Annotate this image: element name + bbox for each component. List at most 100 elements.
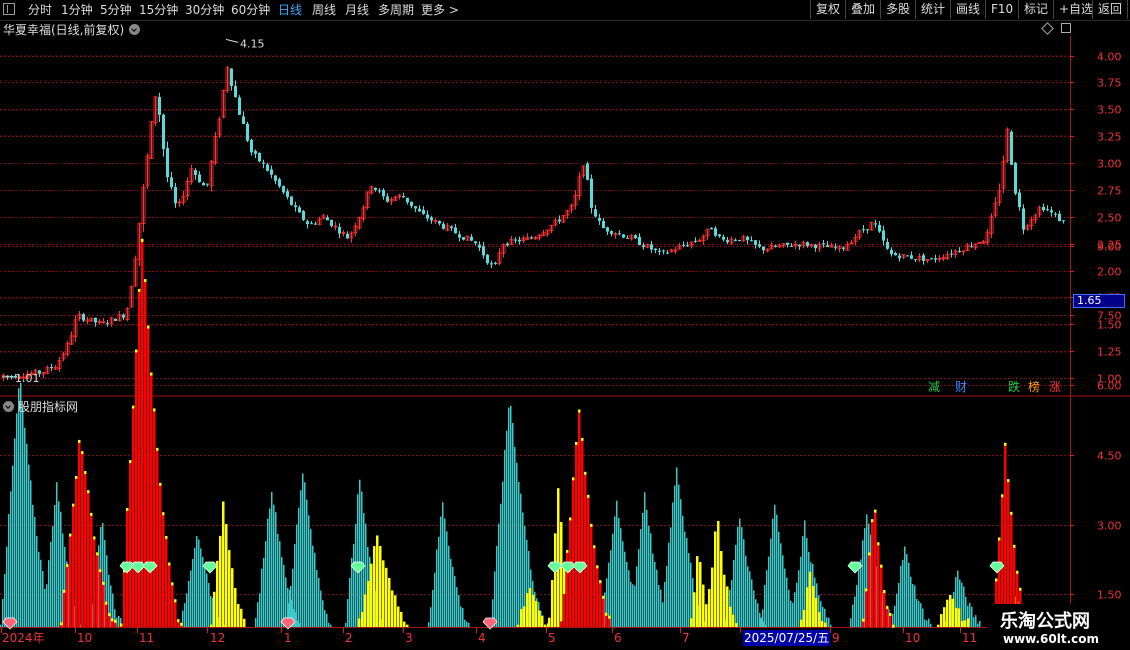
indicator-bar <box>912 583 914 627</box>
indicator-bar <box>764 584 766 627</box>
indicator-bar <box>602 595 605 627</box>
indicator-bar <box>518 481 520 627</box>
indicator-bar <box>575 442 578 627</box>
tag-board[interactable]: 榜 <box>1028 380 1040 394</box>
indicator-bar <box>757 603 759 627</box>
candle-body <box>634 235 637 239</box>
indicator-bar <box>620 528 622 627</box>
candle-body <box>438 220 441 224</box>
indicator-bar <box>438 536 440 627</box>
indicator-bar-cap <box>168 562 171 566</box>
candle-body <box>278 179 281 187</box>
candle-body <box>1014 162 1017 194</box>
indicator-bar <box>760 617 762 627</box>
indicator-bar <box>792 612 794 627</box>
indicator-bar-cap <box>165 535 168 539</box>
watermark-url: www.60lt.com <box>1003 632 1100 646</box>
candle-body <box>298 207 301 213</box>
indicator-bar <box>584 471 587 627</box>
indicator-bar-cap <box>156 447 159 451</box>
indicator-bar <box>690 562 692 627</box>
indicator-bar <box>886 606 889 627</box>
tag-reduce[interactable]: 减 <box>928 380 940 394</box>
indicator-bar <box>255 617 257 627</box>
indicator-bar <box>630 581 632 627</box>
candle-body <box>714 228 717 236</box>
green-gem-icon <box>847 561 863 574</box>
indicator-bar <box>818 612 821 627</box>
indicator-bar <box>135 349 138 627</box>
x-axis-label: 3 <box>405 631 413 645</box>
candle-body <box>886 241 889 249</box>
indicator-bar <box>267 518 269 627</box>
indicator-bar-cap <box>171 582 174 586</box>
indicator-bar-cap <box>569 517 572 521</box>
indicator-bar <box>144 279 147 627</box>
indicator-bar <box>202 556 204 627</box>
indicator-bar <box>874 509 877 627</box>
tag-fall[interactable]: 跌 <box>1008 380 1020 394</box>
x-axis-label: 10 <box>77 631 93 645</box>
indicator-bar <box>263 557 265 627</box>
indicator-bar <box>741 527 743 627</box>
indicator-bar <box>464 619 466 627</box>
candle-body <box>822 243 825 245</box>
indicator-bar <box>2 599 4 627</box>
candle-body <box>682 244 685 246</box>
indicator-bar <box>666 565 668 627</box>
indicator-bar <box>800 556 802 627</box>
candle-body <box>834 246 837 248</box>
indicator-bar <box>452 566 454 627</box>
indicator-bar <box>16 413 18 627</box>
indicator-bar <box>500 503 502 627</box>
candle-body <box>910 255 913 259</box>
indicator-bar <box>652 553 654 627</box>
candle-body <box>282 186 285 193</box>
candle-body <box>906 255 909 257</box>
indicator-bar <box>275 512 277 627</box>
indicator-bar-cap <box>126 507 129 511</box>
indicator-bar-cap <box>102 581 105 585</box>
indicator-bar <box>975 615 977 627</box>
indicator-bar <box>780 543 782 627</box>
candle-body <box>202 182 205 186</box>
candle-body <box>762 246 765 251</box>
indicator-bar <box>138 288 141 627</box>
indicator-bar <box>894 605 896 627</box>
candle-body <box>806 242 809 246</box>
candle-body <box>474 241 477 244</box>
indicator-bar <box>388 578 391 627</box>
candle-body <box>206 183 209 185</box>
indicator-bar-cap <box>1016 570 1019 574</box>
indicator-bar <box>762 609 764 627</box>
indicator-bar <box>977 623 979 627</box>
y-tick-label: 6.00 <box>1097 380 1122 393</box>
stock-chart[interactable]: 4.003.753.503.253.002.752.502.252.001.75… <box>0 0 1130 650</box>
indicator-bar <box>535 601 538 627</box>
current-price-tag: 1.65 <box>1073 294 1125 308</box>
indicator-bar-cap <box>180 622 183 626</box>
candle-body <box>302 211 305 220</box>
indicator-bar <box>498 523 500 627</box>
candle-body <box>286 191 289 197</box>
indicator-bar <box>815 597 818 627</box>
indicator-bar <box>622 541 624 627</box>
indicator-bar-cap <box>602 595 605 599</box>
y-tick-label: 4.50 <box>1097 450 1122 463</box>
indicator-bar <box>714 531 717 627</box>
indicator-bar <box>865 588 868 627</box>
indicator-bar <box>862 540 864 627</box>
candle-body <box>722 236 725 240</box>
candle-body <box>686 245 689 247</box>
indicator-bar <box>902 559 904 627</box>
candle-body <box>606 227 609 232</box>
indicator-bar <box>430 607 432 627</box>
candle-body <box>462 237 465 240</box>
indicator-bar <box>382 560 385 627</box>
candle-body <box>1022 208 1025 230</box>
indicator-bar <box>928 618 930 627</box>
chevron-down-icon[interactable] <box>3 401 14 412</box>
indicator-bar <box>198 539 200 627</box>
tag-rise[interactable]: 涨 <box>1049 380 1061 394</box>
tag-finance[interactable]: 财 <box>955 380 967 394</box>
